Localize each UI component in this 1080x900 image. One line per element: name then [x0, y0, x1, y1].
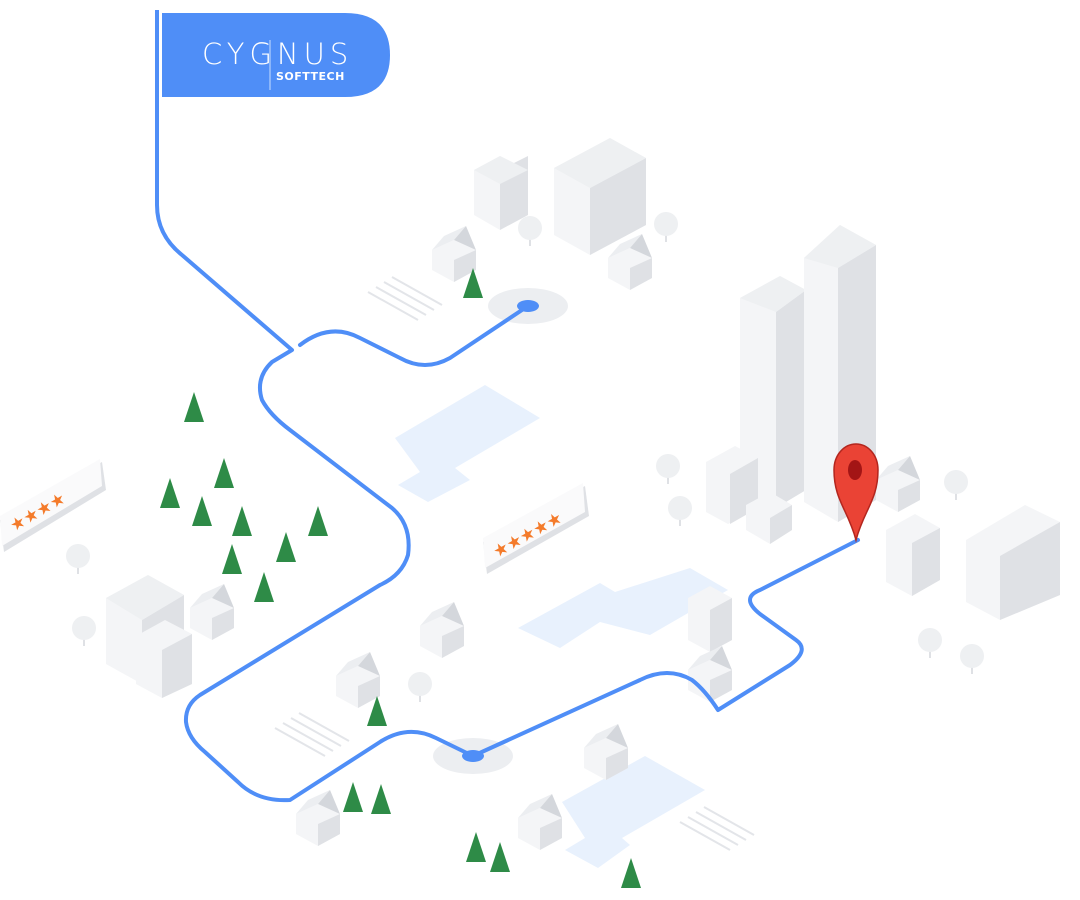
house-icon: [688, 646, 732, 702]
tree-icon: [621, 858, 641, 888]
house-icon: [296, 790, 340, 846]
tree-icon: [371, 784, 391, 814]
house-icon: [518, 794, 562, 850]
tree-icon: [214, 458, 234, 488]
house-icon: [876, 456, 920, 512]
building: [688, 586, 732, 652]
building: [966, 505, 1060, 620]
bush-icon: [667, 495, 693, 527]
building: [474, 156, 528, 230]
tree-icon: [254, 572, 274, 602]
bush-icon: [943, 469, 969, 501]
building: [136, 620, 192, 698]
house-icon: [190, 584, 234, 640]
house-icon: [432, 226, 476, 282]
tree-icon: [222, 544, 242, 574]
tree-icon: [160, 478, 180, 508]
building: [554, 138, 646, 255]
tree-icon: [184, 392, 204, 422]
tree-icon: [192, 496, 212, 526]
rating-card-left: ★★★★: [0, 459, 106, 552]
tree-icon: [308, 506, 328, 536]
tree-icon: [276, 532, 296, 562]
isometric-map-scene: ★★★★ ★★★★★ CYGNUS SOFTTECH: [0, 10, 1060, 888]
bush-icon: [407, 671, 433, 703]
bush-icon: [71, 615, 97, 647]
bush-icon: [653, 211, 679, 243]
tree-icon: [490, 842, 510, 872]
house-icon: [608, 234, 652, 290]
brand-flag: CYGNUS SOFTTECH: [155, 10, 390, 100]
tree-icon: [466, 832, 486, 862]
tree-icon: [232, 506, 252, 536]
location-pin-icon: [833, 443, 879, 543]
brand-subtitle: SOFTTECH: [276, 70, 345, 83]
tree-icon: [343, 782, 363, 812]
bush-icon: [917, 627, 943, 659]
building: [886, 514, 940, 596]
bush-icon: [959, 643, 985, 675]
rating-card-center: ★★★★★: [483, 483, 589, 574]
house-icon: [584, 724, 628, 780]
house-icon: [336, 652, 380, 708]
bush-icon: [655, 453, 681, 485]
waypoint-icon: [462, 750, 484, 762]
bush-icon: [65, 543, 91, 575]
brand-logo-text: CYGNUS: [202, 37, 353, 71]
waypoint-icon: [517, 300, 539, 312]
bush-icon: [517, 215, 543, 247]
house-icon: [420, 602, 464, 658]
